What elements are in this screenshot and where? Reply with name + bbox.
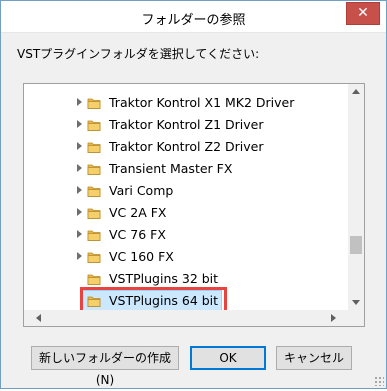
- tree-item[interactable]: Traktor Kontrol X1 MK2 Driver: [24, 92, 348, 114]
- folder-icon: [87, 164, 101, 175]
- expand-arrow-icon[interactable]: [77, 186, 82, 194]
- ok-button[interactable]: OK: [190, 346, 266, 370]
- expand-arrow-icon[interactable]: [77, 120, 82, 128]
- tree-item[interactable]: VC 76 FX: [24, 224, 348, 246]
- folder-tree-rows: Traktor Kontrol X1 MK2 Driver Traktor Kon…: [24, 92, 348, 315]
- tree-item-label: VC 2A FX: [109, 205, 167, 220]
- expand-arrow-icon[interactable]: [77, 98, 82, 106]
- folder-icon: [87, 274, 101, 285]
- folder-icon: [87, 186, 101, 197]
- expand-arrow-icon[interactable]: [77, 164, 82, 172]
- folder-icon: [87, 98, 101, 109]
- window-title: フォルダーの参照: [141, 13, 246, 28]
- tree-item-label: VC 76 FX: [109, 227, 166, 242]
- scroll-left-arrow-icon[interactable]: [36, 314, 41, 322]
- scroll-down-arrow-icon[interactable]: [352, 300, 360, 305]
- expand-arrow-icon[interactable]: [77, 208, 82, 216]
- new-folder-button[interactable]: 新しいフォルダーの作成(N): [31, 346, 179, 387]
- close-button[interactable]: ✕: [346, 2, 380, 25]
- tree-item-label: VC 160 FX: [109, 249, 174, 264]
- tree-item-selected[interactable]: VSTPlugins 64 bit: [24, 287, 348, 315]
- vertical-scroll-thumb[interactable]: [350, 236, 362, 254]
- tree-item[interactable]: Vari Comp: [24, 180, 348, 202]
- vertical-scrollbar[interactable]: [348, 84, 364, 310]
- cancel-button[interactable]: キャンセル: [276, 346, 352, 370]
- tree-item-label: Traktor Kontrol Z1 Driver: [109, 117, 264, 132]
- title-bar[interactable]: フォルダーの参照 ✕: [1, 1, 386, 33]
- folder-icon: [87, 230, 101, 241]
- tree-item[interactable]: Traktor Kontrol Z1 Driver: [24, 114, 348, 136]
- scroll-up-arrow-icon[interactable]: [352, 89, 360, 94]
- tree-item[interactable]: Traktor Kontrol Z2 Driver: [24, 136, 348, 158]
- resize-grip-icon[interactable]: [374, 376, 384, 386]
- tree-item-label: Transient Master FX: [109, 161, 233, 176]
- tree-item-label: Vari Comp: [109, 183, 174, 198]
- expand-arrow-icon[interactable]: [77, 252, 82, 260]
- folder-tree[interactable]: Traktor Kontrol X1 MK2 Driver Traktor Kon…: [23, 83, 365, 327]
- folder-icon: [87, 142, 101, 153]
- scroll-right-arrow-icon[interactable]: [331, 314, 336, 322]
- browse-folder-dialog: フォルダーの参照 ✕ VSTプラグインフォルダを選択してください: Trakto…: [0, 0, 387, 389]
- tree-item[interactable]: Transient Master FX: [24, 158, 348, 180]
- folder-icon: [87, 120, 101, 131]
- tree-item-label: VSTPlugins 32 bit: [109, 271, 219, 286]
- folder-icon: [87, 252, 101, 263]
- tree-item-label: Traktor Kontrol X1 MK2 Driver: [109, 95, 295, 110]
- tree-item[interactable]: VC 160 FX: [24, 246, 348, 268]
- horizontal-scrollbar[interactable]: [24, 310, 348, 326]
- tree-item-label: Traktor Kontrol Z2 Driver: [109, 139, 264, 154]
- folder-icon: [87, 208, 101, 219]
- expand-arrow-icon[interactable]: [77, 142, 82, 150]
- instruction-text: VSTプラグインフォルダを選択してください:: [17, 47, 260, 61]
- expand-arrow-icon[interactable]: [77, 230, 82, 238]
- tree-item[interactable]: VC 2A FX: [24, 202, 348, 224]
- scrollbar-corner: [348, 310, 364, 326]
